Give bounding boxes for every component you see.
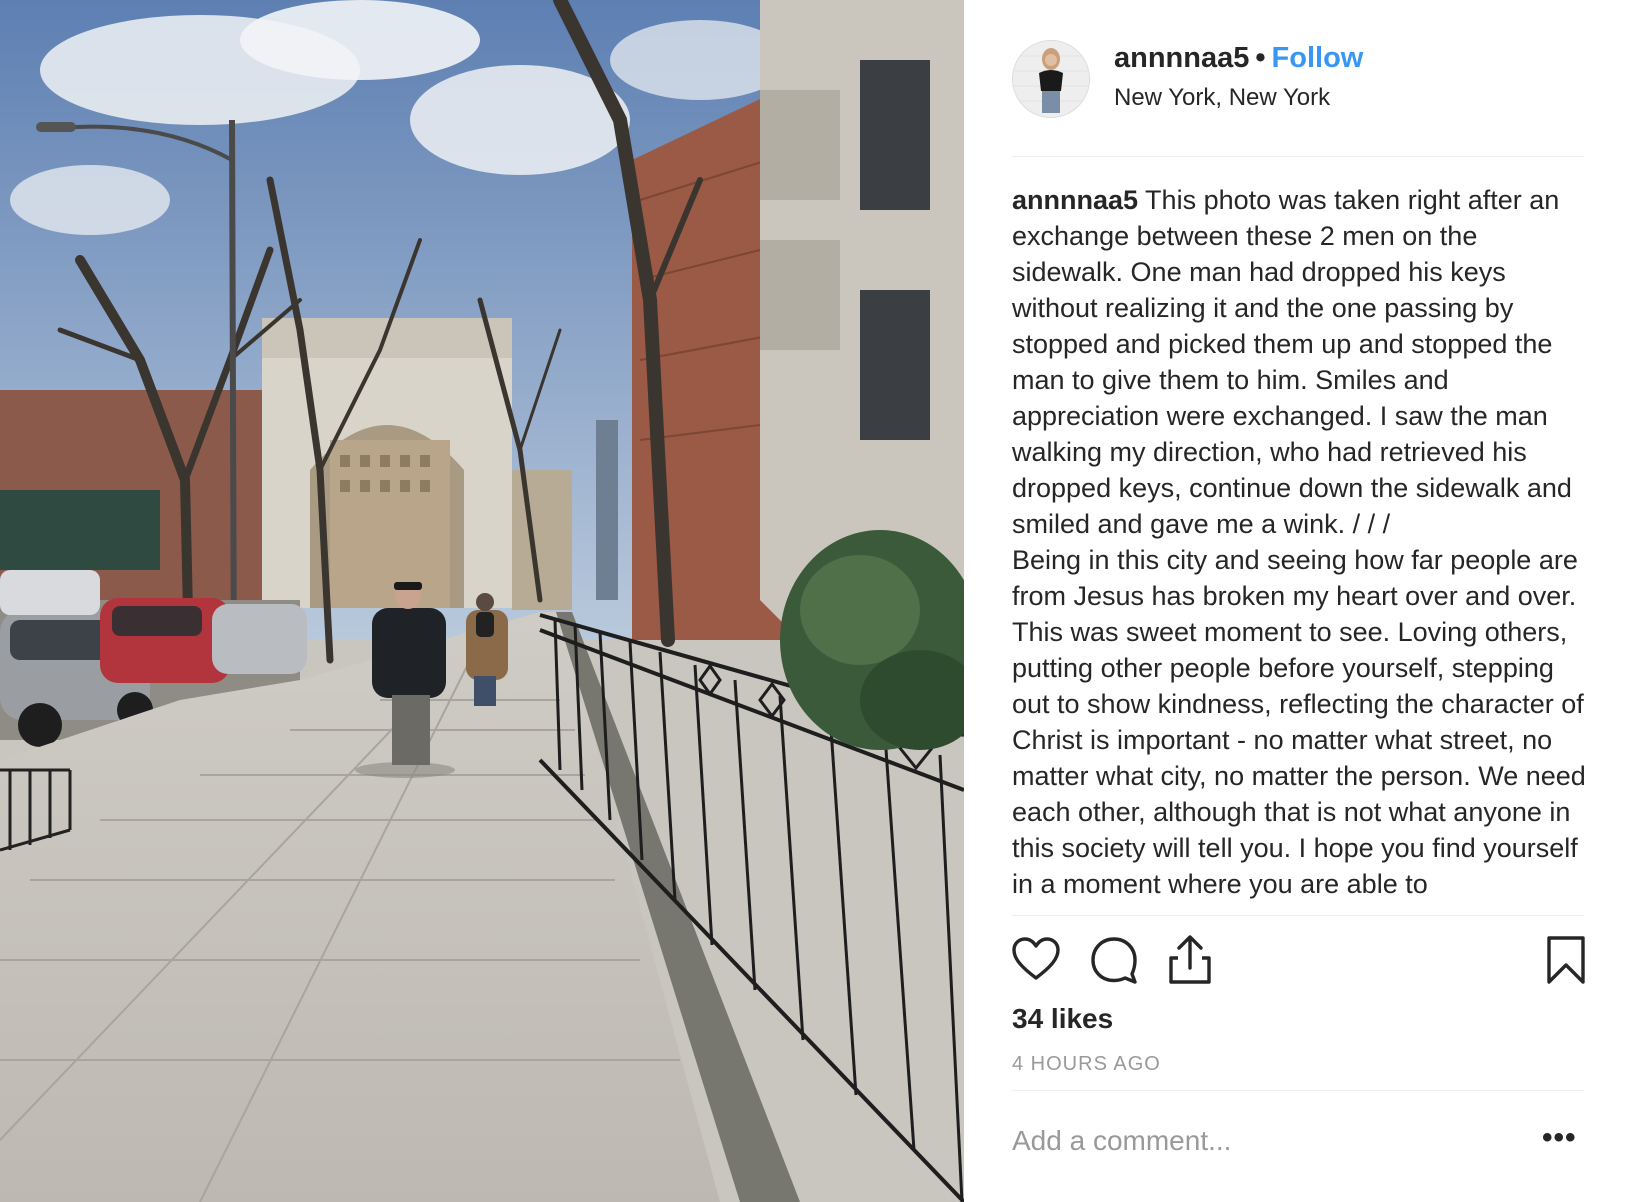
post-details-panel: annnnaa5 • Follow New York, New York annnn… — [964, 0, 1632, 1202]
header-divider — [1012, 156, 1584, 157]
avatar[interactable] — [1012, 40, 1090, 118]
likes-count[interactable]: 34 likes — [1012, 1003, 1113, 1035]
profile-photo — [1013, 41, 1089, 117]
comment-divider — [1012, 1090, 1584, 1091]
separator-dot: • — [1255, 42, 1266, 74]
heart-icon[interactable] — [1010, 934, 1062, 986]
comment-input[interactable] — [1012, 1125, 1512, 1157]
post-timestamp[interactable]: 4 HOURS AGO — [1012, 1053, 1161, 1076]
caption-text: This photo was taken right after an exch… — [1012, 185, 1586, 899]
caption-scroll-area[interactable]: annnnaa5 This photo was taken right afte… — [1012, 182, 1590, 916]
action-bar — [1010, 934, 1590, 986]
location-link[interactable]: New York, New York — [1114, 84, 1330, 112]
more-options-icon[interactable]: ••• — [1542, 1123, 1577, 1153]
caption: annnnaa5 This photo was taken right afte… — [1012, 182, 1590, 902]
caption-divider — [1012, 915, 1584, 916]
share-icon[interactable] — [1164, 934, 1216, 986]
street-scene-illustration — [0, 0, 964, 1202]
username-link[interactable]: annnnaa5 — [1114, 42, 1249, 74]
post-header: annnnaa5 • Follow — [1114, 42, 1363, 75]
post-photo[interactable] — [0, 0, 964, 1202]
caption-username[interactable]: annnnaa5 — [1012, 185, 1138, 215]
follow-button[interactable]: Follow — [1272, 42, 1364, 74]
speech-bubble-icon[interactable] — [1088, 934, 1140, 986]
bookmark-icon[interactable] — [1540, 934, 1592, 986]
